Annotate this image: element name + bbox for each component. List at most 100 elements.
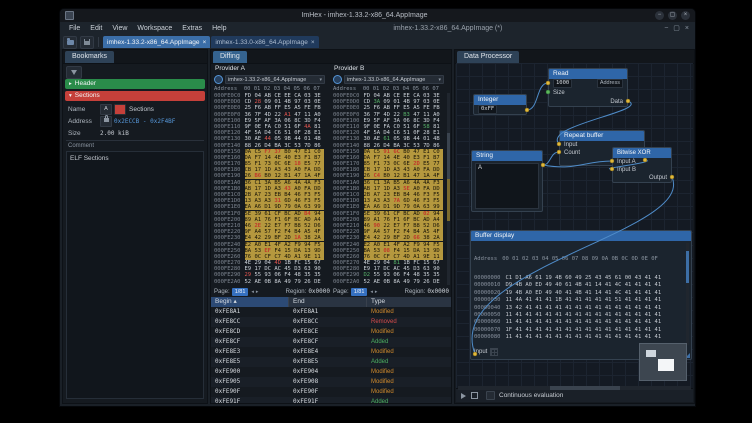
- page-next-icon[interactable]: ▸: [256, 289, 259, 295]
- read-size-input[interactable]: 1000: [553, 79, 572, 88]
- continuous-evaluation-label: Continuous evaluation: [499, 392, 563, 399]
- hex-view-provider-b[interactable]: 000FE0C0FD 04 AB CE EE CA 03 3E 000FE0D0…: [333, 93, 450, 285]
- window-control-close-icon[interactable]: ×: [681, 11, 690, 20]
- menu-edit[interactable]: Edit: [85, 25, 107, 32]
- table-row[interactable]: 0xFE8CC0xFE8CCRemoved: [211, 317, 451, 327]
- rename-button[interactable]: A: [100, 104, 112, 115]
- table-row[interactable]: 0xFE8E50xFE8E5Added: [211, 357, 451, 367]
- hex-address: 000FE1B0: [333, 186, 360, 192]
- cell-type: Modified: [367, 327, 451, 337]
- menu-window-control-icon[interactable]: −: [664, 22, 668, 35]
- table-row[interactable]: 0xFE9000xFE904Modified: [211, 367, 451, 377]
- provider-icon: [333, 75, 342, 84]
- hex-address: 000FE270: [333, 260, 360, 266]
- tab-close-icon[interactable]: ×: [203, 39, 207, 46]
- menu-view[interactable]: View: [107, 25, 132, 32]
- string-value-input[interactable]: A: [475, 163, 539, 209]
- hex-view-provider-a[interactable]: 000FE0C0FD 04 AB CE EE CA 03 3E 000FE0D0…: [214, 93, 331, 285]
- table-row[interactable]: 0xFE8CD0xFE8CEModified: [211, 327, 451, 337]
- file-tab[interactable]: imhex-1.33.0-x86_64.AppImage×: [211, 36, 318, 48]
- chevron-down-icon: ▾: [69, 93, 72, 99]
- hex-address: 000FE210: [333, 223, 360, 229]
- window-control-maximize-icon[interactable]: ▢: [668, 11, 677, 20]
- column-end[interactable]: End: [289, 297, 367, 307]
- menu-workspace[interactable]: Workspace: [132, 25, 177, 32]
- table-row[interactable]: 0xFE8CF0xFE8CFAdded: [211, 337, 451, 347]
- table-row[interactable]: 0xFE8A10xFE8A1Modified: [211, 307, 451, 317]
- node-buffer-display[interactable]: Buffer display Address00 01 02 03 04 05 …: [470, 230, 692, 360]
- bookmark-entry-sections[interactable]: ▾Sections: [65, 91, 205, 101]
- cell-type: Modified: [367, 387, 451, 397]
- chevron-right-icon: ▸: [69, 81, 72, 87]
- cell-end: 0xFE908: [289, 377, 367, 387]
- address-value[interactable]: 0x2ECCB - 0x2F4BF: [114, 118, 175, 125]
- node-string[interactable]: String A: [471, 150, 543, 212]
- bookmark-entry-header[interactable]: ▸Header: [65, 79, 205, 89]
- buffer-row: 00000000C1 D1 A6 61 19 4B 60 49 25 43 45…: [474, 275, 685, 282]
- page-next-icon[interactable]: ▸: [375, 289, 378, 295]
- page-value[interactable]: 1/81: [351, 288, 368, 296]
- menu-help[interactable]: Help: [207, 25, 231, 32]
- menu-extras[interactable]: Extras: [177, 25, 207, 32]
- column-type[interactable]: Type: [367, 297, 451, 307]
- node-read[interactable]: Read 1000Address Size Data: [548, 68, 628, 107]
- region-value: 0x0000: [427, 288, 449, 295]
- hex-row[interactable]: 000FE2A052 AE 0B 8A 49 79 26 DE: [214, 279, 331, 285]
- page-prev-icon[interactable]: ◂: [251, 289, 254, 295]
- menu-window-control-icon[interactable]: ▢: [673, 22, 680, 35]
- tab-data-processor[interactable]: Data Processor: [457, 51, 519, 63]
- table-row[interactable]: 0xFE91F0xFE91FAdded: [211, 397, 451, 403]
- table-row[interactable]: 0xFE90F0xFE90FModified: [211, 387, 451, 397]
- run-icon[interactable]: [461, 393, 466, 399]
- node-integer[interactable]: Integer 0xFF: [473, 94, 527, 115]
- tab-diffing[interactable]: Diffing: [213, 51, 247, 63]
- window-control-minimize-icon[interactable]: −: [655, 11, 664, 20]
- cell-end: 0xFE91F: [289, 397, 367, 403]
- menu-file[interactable]: File: [64, 25, 85, 32]
- color-swatch[interactable]: [114, 104, 126, 115]
- tab-bookmarks[interactable]: Bookmarks: [65, 51, 114, 63]
- cell-type: Modified: [367, 367, 451, 377]
- file-tab[interactable]: imhex-1.33.2-x86_64.AppImage×: [103, 36, 210, 48]
- cell-type: Removed: [367, 317, 451, 327]
- hex-address: 000FE280: [333, 266, 360, 272]
- node-editor-minimap[interactable]: [639, 343, 687, 381]
- title-bar[interactable]: ImHex - imhex-1.33.2-x86_64.AppImage −▢×: [60, 9, 695, 23]
- column-begin[interactable]: Begin ▴: [211, 297, 289, 307]
- hex-scrollbar[interactable]: [447, 93, 450, 285]
- provider-a-select[interactable]: imhex-1.33.2-x86_64.AppImage ▾: [225, 75, 325, 84]
- table-row[interactable]: 0xFE9050xFE908Modified: [211, 377, 451, 387]
- save-button[interactable]: [80, 36, 94, 49]
- page-value[interactable]: 1/81: [232, 288, 249, 296]
- hex-address: 000FE0D0: [214, 99, 241, 105]
- hex-address: 000FE160: [214, 155, 241, 161]
- menu-window-control-icon[interactable]: ×: [685, 22, 689, 35]
- open-file-button[interactable]: [63, 36, 77, 49]
- node-repeat-title: Repeat buffer: [560, 131, 644, 141]
- table-row[interactable]: 0xFE8E30xFE8E4Modified: [211, 347, 451, 357]
- node-canvas[interactable]: Integer 0xFF Read 1000Address Size Data …: [456, 63, 693, 393]
- step-icon[interactable]: [471, 392, 478, 399]
- buffer-address: 00000080: [474, 334, 501, 340]
- cell-begin: 0xFE8E5: [211, 357, 289, 367]
- toolbar-separator: [98, 37, 99, 47]
- bookmark-filter-button[interactable]: [66, 66, 82, 79]
- continuous-evaluation-checkbox[interactable]: [486, 391, 495, 400]
- integer-value-input[interactable]: 0xFF: [478, 105, 497, 114]
- buffer-scrollbar[interactable]: [686, 243, 689, 345]
- hex-header-b: Address 00 01 02 03 04 05 06 07: [333, 86, 450, 93]
- page-prev-icon[interactable]: ◂: [370, 289, 373, 295]
- hex-address: 000FE1D0: [333, 198, 360, 204]
- node-bitwise-xor[interactable]: Bitwise XOR Input A Input B Output: [612, 147, 672, 183]
- tab-close-icon[interactable]: ×: [311, 39, 315, 46]
- hex-address: 000FE1C0: [333, 192, 360, 198]
- data-processor-panel: Data Processor Integer: [454, 49, 695, 404]
- hex-address: 000FE160: [333, 155, 360, 161]
- provider-b-select[interactable]: imhex-1.33.0-x86_64.AppImage ▾: [344, 75, 444, 84]
- provider-a-title: Provider A: [215, 64, 245, 74]
- lock-button[interactable]: [100, 116, 112, 127]
- hex-row[interactable]: 000FE2A052 AE 0B 8A 49 79 26 DE: [333, 279, 450, 285]
- canvas-h-scrollbar[interactable]: [458, 386, 691, 390]
- file-tab-label: imhex-1.33.2-x86_64.AppImage: [107, 39, 200, 46]
- comment-textarea[interactable]: ELF Sections: [66, 151, 204, 399]
